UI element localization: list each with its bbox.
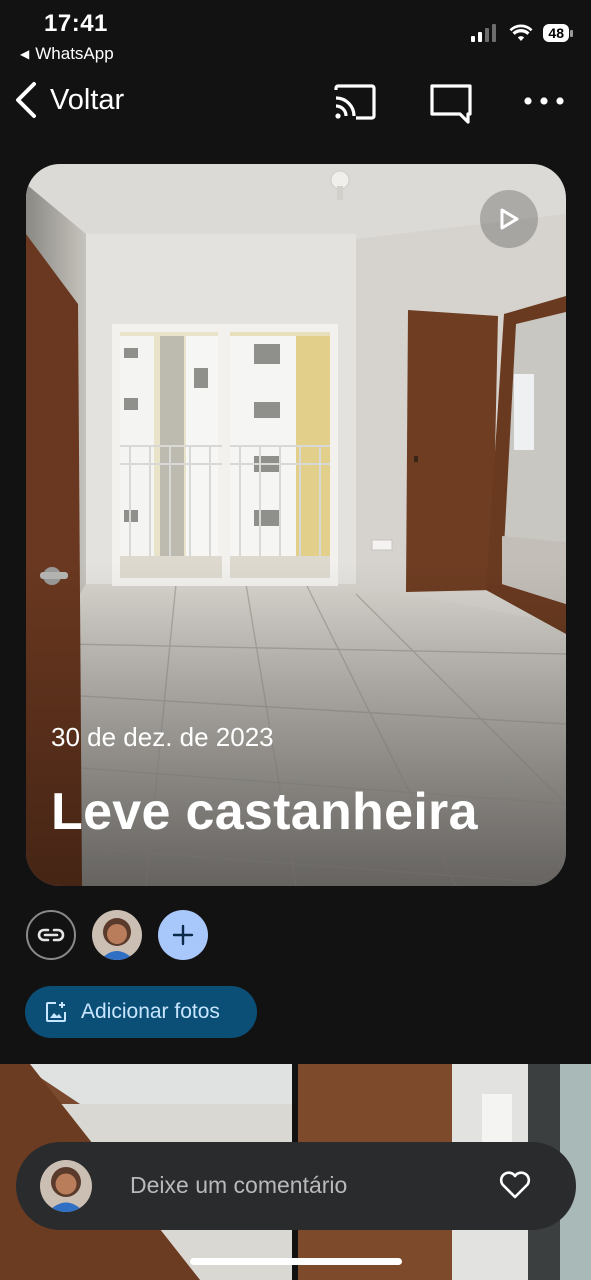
cover-photo [26, 164, 566, 886]
wifi-icon [509, 24, 533, 41]
back-triangle-icon: ◀ [20, 47, 30, 61]
more-icon[interactable] [522, 94, 566, 108]
comment-input[interactable]: Deixe um comentário [130, 1172, 347, 1199]
plus-icon [172, 924, 194, 946]
add-photo-icon [46, 1002, 66, 1022]
back-app-label: WhatsApp [35, 44, 114, 63]
album-title[interactable]: Leve castanheira [51, 782, 478, 842]
cast-icon[interactable] [332, 82, 378, 122]
back-to-app-link[interactable]: ◀ WhatsApp [20, 44, 114, 64]
user-avatar-photo [92, 910, 142, 960]
heart-icon[interactable] [498, 1168, 532, 1200]
top-navigation: Voltar [0, 72, 591, 134]
album-cover[interactable]: 30 de dez. de 2023 Leve castanheira [26, 164, 566, 886]
cellular-signal-icon [471, 24, 497, 42]
share-row [26, 910, 326, 962]
avatar[interactable] [92, 910, 142, 960]
system-icons: 48 [471, 24, 573, 42]
status-bar: 17:41 ◀ WhatsApp 48 [0, 0, 591, 70]
back-button[interactable]: Voltar [12, 80, 124, 120]
comment-icon[interactable] [428, 82, 474, 124]
add-photos-label: Adicionar fotos [81, 1000, 220, 1023]
user-avatar-photo [40, 1160, 92, 1212]
battery-indicator: 48 [543, 24, 573, 42]
home-indicator[interactable] [190, 1258, 402, 1265]
avatar [40, 1160, 92, 1212]
back-label: Voltar [50, 83, 125, 116]
add-person-button[interactable] [158, 910, 208, 960]
share-link-button[interactable] [26, 910, 76, 960]
link-icon [37, 928, 65, 942]
comment-bar: Deixe um comentário [16, 1142, 576, 1230]
add-photos-button[interactable]: Adicionar fotos [25, 986, 257, 1038]
play-icon [500, 208, 519, 230]
status-time: 17:41 [44, 10, 108, 37]
play-slideshow-button[interactable] [480, 190, 538, 248]
chevron-left-icon [16, 82, 36, 118]
album-date: 30 de dez. de 2023 [51, 722, 274, 752]
